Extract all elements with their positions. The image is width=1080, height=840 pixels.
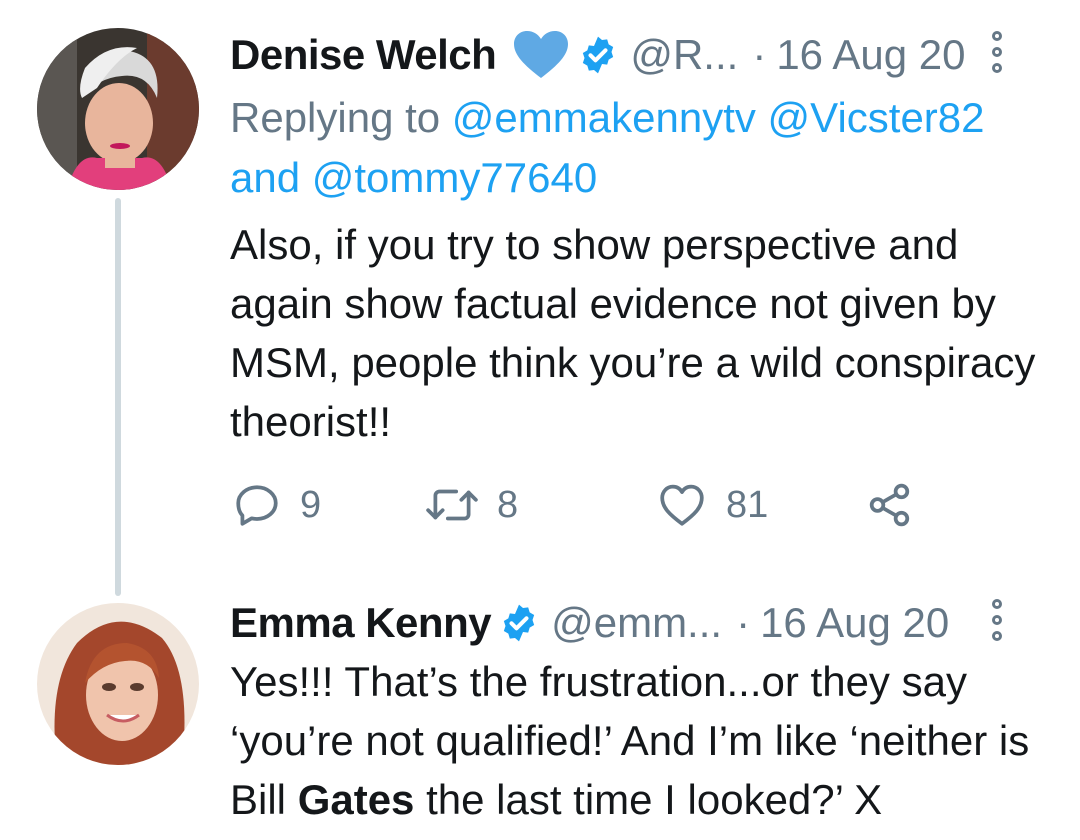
tweet-text: Yes!!! That’s the frustration...or they … bbox=[230, 652, 1050, 829]
tweet-actions: 9 8 81 bbox=[230, 480, 1050, 540]
like-count: 81 bbox=[726, 483, 769, 526]
blue-heart-icon bbox=[512, 30, 570, 80]
avatar-image bbox=[37, 603, 199, 765]
mention-link[interactable]: @Vicster82 bbox=[768, 94, 985, 141]
share-button[interactable] bbox=[864, 480, 916, 530]
more-options-icon[interactable] bbox=[992, 599, 1002, 641]
tweet-text-bold: Gates bbox=[297, 776, 415, 823]
tweet-text-part: the last time I looked?’ X bbox=[414, 776, 883, 823]
reply-button[interactable]: 9 bbox=[232, 480, 321, 530]
thread-connector-line bbox=[115, 198, 121, 596]
avatar-image bbox=[37, 28, 199, 190]
mention-link[interactable]: @emmakennytv bbox=[452, 94, 756, 141]
retweet-button[interactable]: 8 bbox=[425, 480, 518, 530]
replying-to-label: Replying to bbox=[230, 94, 441, 141]
retweet-icon bbox=[426, 489, 478, 521]
tweet-date[interactable]: 16 Aug 20 bbox=[776, 31, 965, 79]
author-handle[interactable]: @R... bbox=[630, 31, 738, 79]
replying-to: Replying to @emmakennytv @Vicster82 and … bbox=[230, 88, 1050, 208]
author-name[interactable]: Emma Kenny bbox=[230, 599, 492, 647]
tweet-header: Denise Welch @R... · 16 Aug 20 bbox=[230, 25, 1050, 85]
tweet-emma-kenny[interactable]: Emma Kenny @emm... · 16 Aug 20 Yes!!! Th… bbox=[0, 599, 1080, 840]
avatar-denise-welch[interactable] bbox=[37, 28, 199, 190]
tweet-denise-welch[interactable]: Denise Welch @R... · 16 Aug 20 Replying … bbox=[0, 0, 1080, 600]
separator-dot: · bbox=[752, 31, 767, 78]
tweet-header: Emma Kenny @emm... · 16 Aug 20 bbox=[230, 593, 1050, 653]
author-name[interactable]: Denise Welch bbox=[230, 31, 497, 79]
verified-badge-icon bbox=[499, 603, 539, 643]
verified-badge-icon bbox=[578, 35, 618, 75]
retweet-count: 8 bbox=[497, 483, 519, 526]
more-options-icon[interactable] bbox=[992, 31, 1002, 73]
heart-icon bbox=[660, 484, 704, 526]
reply-icon bbox=[236, 485, 278, 526]
share-icon bbox=[869, 483, 910, 527]
avatar-emma-kenny[interactable] bbox=[37, 603, 199, 765]
author-handle[interactable]: @emm... bbox=[551, 599, 722, 647]
mention-link[interactable]: @tommy77640 bbox=[312, 154, 597, 201]
mention-and: and bbox=[230, 154, 301, 201]
reply-count: 9 bbox=[300, 483, 322, 526]
tweet-date[interactable]: 16 Aug 20 bbox=[760, 599, 949, 647]
tweet-text: Also, if you try to show perspective and… bbox=[230, 221, 1036, 445]
separator-dot: · bbox=[736, 599, 751, 646]
like-button[interactable]: 81 bbox=[656, 480, 768, 530]
